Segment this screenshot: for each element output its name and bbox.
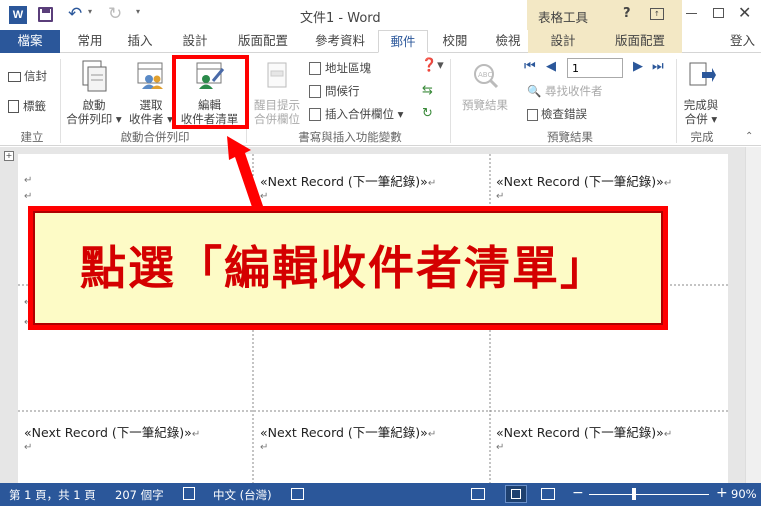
proofing-icon[interactable] bbox=[183, 487, 195, 500]
print-layout-icon[interactable] bbox=[505, 485, 527, 503]
zoom-out-button[interactable]: − bbox=[572, 485, 584, 501]
read-mode-icon[interactable] bbox=[471, 488, 485, 500]
word-count[interactable]: 207 個字 bbox=[115, 487, 164, 503]
zoom-slider-thumb[interactable] bbox=[632, 488, 636, 500]
status-bar: 第 1 頁，共 1 頁 207 個字 中文 (台灣) − + 90% bbox=[0, 483, 761, 506]
page-count[interactable]: 第 1 頁，共 1 頁 bbox=[9, 487, 96, 503]
callout-text: 點選「編輯收件者清單」 bbox=[80, 241, 608, 295]
macro-recording-icon[interactable] bbox=[291, 488, 304, 500]
zoom-level[interactable]: 90% bbox=[731, 487, 757, 501]
zoom-slider[interactable] bbox=[589, 494, 709, 495]
web-layout-icon[interactable] bbox=[541, 488, 555, 500]
language[interactable]: 中文 (台灣) bbox=[213, 487, 272, 503]
zoom-in-button[interactable]: + bbox=[716, 485, 728, 501]
